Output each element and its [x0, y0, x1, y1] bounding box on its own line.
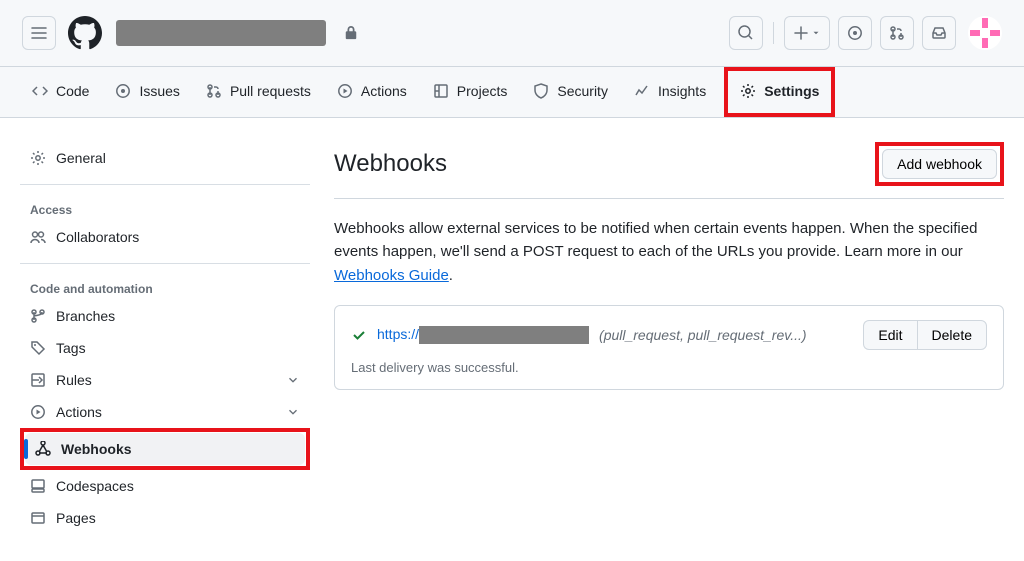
caret-down-icon — [811, 28, 821, 38]
sidebar-item-actions[interactable]: Actions — [20, 396, 310, 428]
divider — [20, 184, 310, 185]
tab-actions[interactable]: Actions — [327, 71, 417, 113]
rules-icon — [30, 372, 46, 388]
webhook-actions: Edit Delete — [863, 320, 987, 350]
sidebar-label: General — [56, 150, 106, 166]
sidebar-label: Branches — [56, 308, 115, 324]
description: Webhooks allow external services to be n… — [334, 217, 1004, 287]
description-text: Webhooks allow external services to be n… — [334, 220, 977, 260]
tab-label: Pull requests — [230, 83, 311, 99]
tab-pull-requests[interactable]: Pull requests — [196, 71, 321, 113]
browser-icon — [30, 510, 46, 526]
topbar-actions — [729, 16, 1002, 50]
page-title: Webhooks — [334, 150, 447, 178]
sidebar-group-access: Access — [20, 195, 310, 221]
sidebar-label: Actions — [56, 404, 102, 420]
codespaces-icon — [30, 478, 46, 494]
sidebar-item-rules[interactable]: Rules — [20, 364, 310, 396]
chevron-down-icon — [286, 405, 300, 419]
tab-insights[interactable]: Insights — [624, 71, 716, 113]
sidebar-item-tags[interactable]: Tags — [20, 332, 310, 364]
sidebar-label: Tags — [56, 340, 86, 356]
webhook-icon — [35, 441, 51, 457]
check-icon — [351, 327, 367, 343]
sidebar-label: Collaborators — [56, 229, 139, 245]
tab-label: Code — [56, 83, 89, 99]
play-icon — [30, 404, 46, 420]
chevron-down-icon — [286, 373, 300, 387]
code-icon — [32, 83, 48, 99]
lock-icon — [344, 26, 358, 40]
divider — [773, 22, 774, 44]
sidebar-item-branches[interactable]: Branches — [20, 300, 310, 332]
sidebar-item-general[interactable]: General — [20, 142, 310, 174]
webhook-row: https:// (pull_request, pull_request_rev… — [351, 320, 987, 350]
sidebar-item-collaborators[interactable]: Collaborators — [20, 221, 310, 253]
search-icon — [738, 25, 754, 41]
repo-name[interactable] — [116, 20, 326, 46]
sidebar-item-pages[interactable]: Pages — [20, 502, 310, 534]
edit-button[interactable]: Edit — [863, 320, 916, 350]
settings-sidebar: General Access Collaborators Code and au… — [20, 142, 310, 534]
webhook-item: https:// (pull_request, pull_request_rev… — [334, 305, 1004, 390]
sidebar-item-webhooks[interactable]: Webhooks — [25, 433, 305, 465]
menu-button[interactable] — [22, 16, 56, 50]
plus-icon — [793, 25, 809, 41]
webhook-status: Last delivery was successful. — [351, 360, 987, 375]
gear-icon — [740, 83, 756, 99]
add-webhook-button[interactable]: Add webhook — [882, 149, 997, 179]
delete-button[interactable]: Delete — [917, 320, 987, 350]
tab-projects[interactable]: Projects — [423, 71, 518, 113]
tab-label: Security — [557, 83, 608, 99]
url-prefix: https:// — [377, 326, 419, 342]
webhook-url[interactable]: https:// — [377, 326, 589, 344]
main: General Access Collaborators Code and au… — [0, 118, 1024, 558]
top-bar — [0, 0, 1024, 67]
github-logo[interactable] — [68, 16, 102, 50]
branch-icon — [30, 308, 46, 324]
hamburger-icon — [31, 25, 47, 41]
url-redacted — [419, 326, 589, 344]
tab-label: Issues — [139, 83, 179, 99]
play-icon — [337, 83, 353, 99]
sidebar-label: Pages — [56, 510, 96, 526]
content-header: Webhooks Add webhook — [334, 142, 1004, 199]
people-icon — [30, 229, 46, 245]
user-avatar[interactable] — [968, 16, 1002, 50]
sidebar-label: Rules — [56, 372, 92, 388]
tag-icon — [30, 340, 46, 356]
webhooks-guide-link[interactable]: Webhooks Guide — [334, 267, 449, 284]
tab-code[interactable]: Code — [22, 71, 99, 113]
search-button[interactable] — [729, 16, 763, 50]
content: Webhooks Add webhook Webhooks allow exte… — [334, 142, 1004, 534]
inbox-icon — [931, 25, 947, 41]
sidebar-label: Webhooks — [61, 441, 132, 457]
tab-label: Settings — [764, 83, 819, 99]
sidebar-label: Codespaces — [56, 478, 134, 494]
tab-label: Projects — [457, 83, 508, 99]
notifications-button[interactable] — [922, 16, 956, 50]
create-new-button[interactable] — [784, 16, 830, 50]
tab-security[interactable]: Security — [523, 71, 618, 113]
project-icon — [433, 83, 449, 99]
divider — [20, 263, 310, 264]
shield-icon — [533, 83, 549, 99]
sidebar-group-code: Code and automation — [20, 274, 310, 300]
repo-nav: Code Issues Pull requests Actions Projec… — [0, 67, 1024, 118]
pull-request-icon — [206, 83, 222, 99]
gear-icon — [30, 150, 46, 166]
sidebar-item-codespaces[interactable]: Codespaces — [20, 470, 310, 502]
pull-requests-button[interactable] — [880, 16, 914, 50]
tab-settings[interactable]: Settings — [730, 71, 829, 113]
issue-icon — [115, 83, 131, 99]
description-text: . — [449, 267, 453, 284]
graph-icon — [634, 83, 650, 99]
webhook-events: (pull_request, pull_request_rev...) — [599, 327, 807, 343]
git-pull-request-icon — [889, 25, 905, 41]
tab-issues[interactable]: Issues — [105, 71, 189, 113]
tab-label: Actions — [361, 83, 407, 99]
issues-button[interactable] — [838, 16, 872, 50]
record-icon — [847, 25, 863, 41]
tab-label: Insights — [658, 83, 706, 99]
